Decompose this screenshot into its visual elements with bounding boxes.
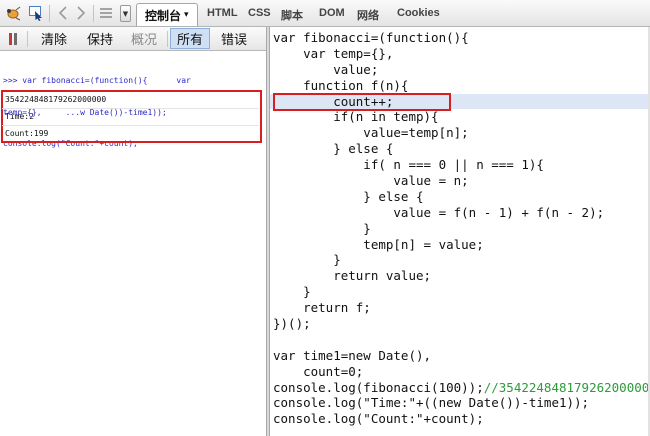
filter-errors-button[interactable]: 错误 [214,28,254,49]
console-output-row: 354224848179262000000 [5,95,107,104]
tab-css[interactable]: CSS [248,7,271,19]
code-line: value = n; [273,173,469,189]
dropdown-caret-icon[interactable]: ▼ [120,5,131,22]
code-editor[interactable]: var fibonacci=(function(){ var temp={}, … [270,30,650,427]
profile-button[interactable]: 概况 [124,28,164,49]
command-line: >>> var fibonacci=(function(){ var [3,76,191,85]
pause-icon[interactable] [8,32,20,46]
code-comment: //354224848179262000000 [483,379,650,395]
code-line: count=0; [273,363,364,379]
tab-script[interactable]: 脚本 [281,7,303,23]
code-line: value = f(n - 1) + f(n - 2); [273,204,605,220]
list-icon[interactable] [97,4,115,22]
code-line: } [273,252,341,268]
console-output-row: Time:2 [5,112,34,121]
tab-console[interactable]: 控制台 ▾ [136,3,198,26]
code-line: } [273,284,311,300]
tab-html[interactable]: HTML [207,7,238,19]
code-line: var fibonacci=(function(){ [273,30,469,45]
code-line: console.log("Time:"+((new Date())-time1)… [273,395,590,411]
code-line: var temp={}, [273,45,394,61]
firebug-icon[interactable] [4,4,22,22]
code-highlight-box [273,93,451,111]
toolbar-divider [27,31,28,47]
persist-button[interactable]: 保持 [80,28,120,49]
tab-console-label: 控制台 [145,8,182,23]
forward-icon[interactable] [72,4,90,22]
toolbar-divider [93,5,94,22]
code-line-with-comment: console.log(fibonacci(100));//3542248481… [273,379,650,396]
code-line: if(n in temp){ [273,109,439,125]
code-line: function f(n){ [273,77,409,93]
code-line: value; [273,61,379,77]
console-toolbar: 清除 保持 概况 所有 错误 [0,27,266,51]
toolbar-divider [167,31,168,47]
code-line: } [273,220,371,236]
tab-net[interactable]: 网络 [357,7,379,23]
toolbar-divider [49,5,50,22]
tab-cookies[interactable]: Cookies [397,7,440,19]
code-line: console.log("Count:"+count); [273,411,484,427]
code-line: } else { [273,188,424,204]
code-line: var time1=new Date(), [273,347,432,363]
devtools-toolbar: ▼ 控制台 ▾ HTML CSS 脚本 DOM 网络 Cookies [0,0,650,27]
row-divider [2,108,259,109]
console-output-row: Count:199 [5,129,49,138]
code-line: if( n === 0 || n === 1){ [273,157,544,173]
code-line: return value; [273,268,432,284]
row-divider [2,125,259,126]
code-text: console.log(fibonacci(100)); [273,379,484,395]
chevron-down-icon: ▾ [184,10,189,20]
panel-splitter[interactable] [266,27,270,436]
code-line: })(); [273,316,311,332]
code-line: temp[n] = value; [273,236,484,252]
back-icon[interactable] [54,4,72,22]
clear-button[interactable]: 清除 [34,28,74,49]
code-line: value=temp[n]; [273,125,469,141]
code-line: return f; [273,300,371,316]
inspect-icon[interactable] [27,4,45,22]
filter-all-button[interactable]: 所有 [170,28,210,49]
tab-dom[interactable]: DOM [319,7,345,19]
code-line: } else { [273,141,394,157]
